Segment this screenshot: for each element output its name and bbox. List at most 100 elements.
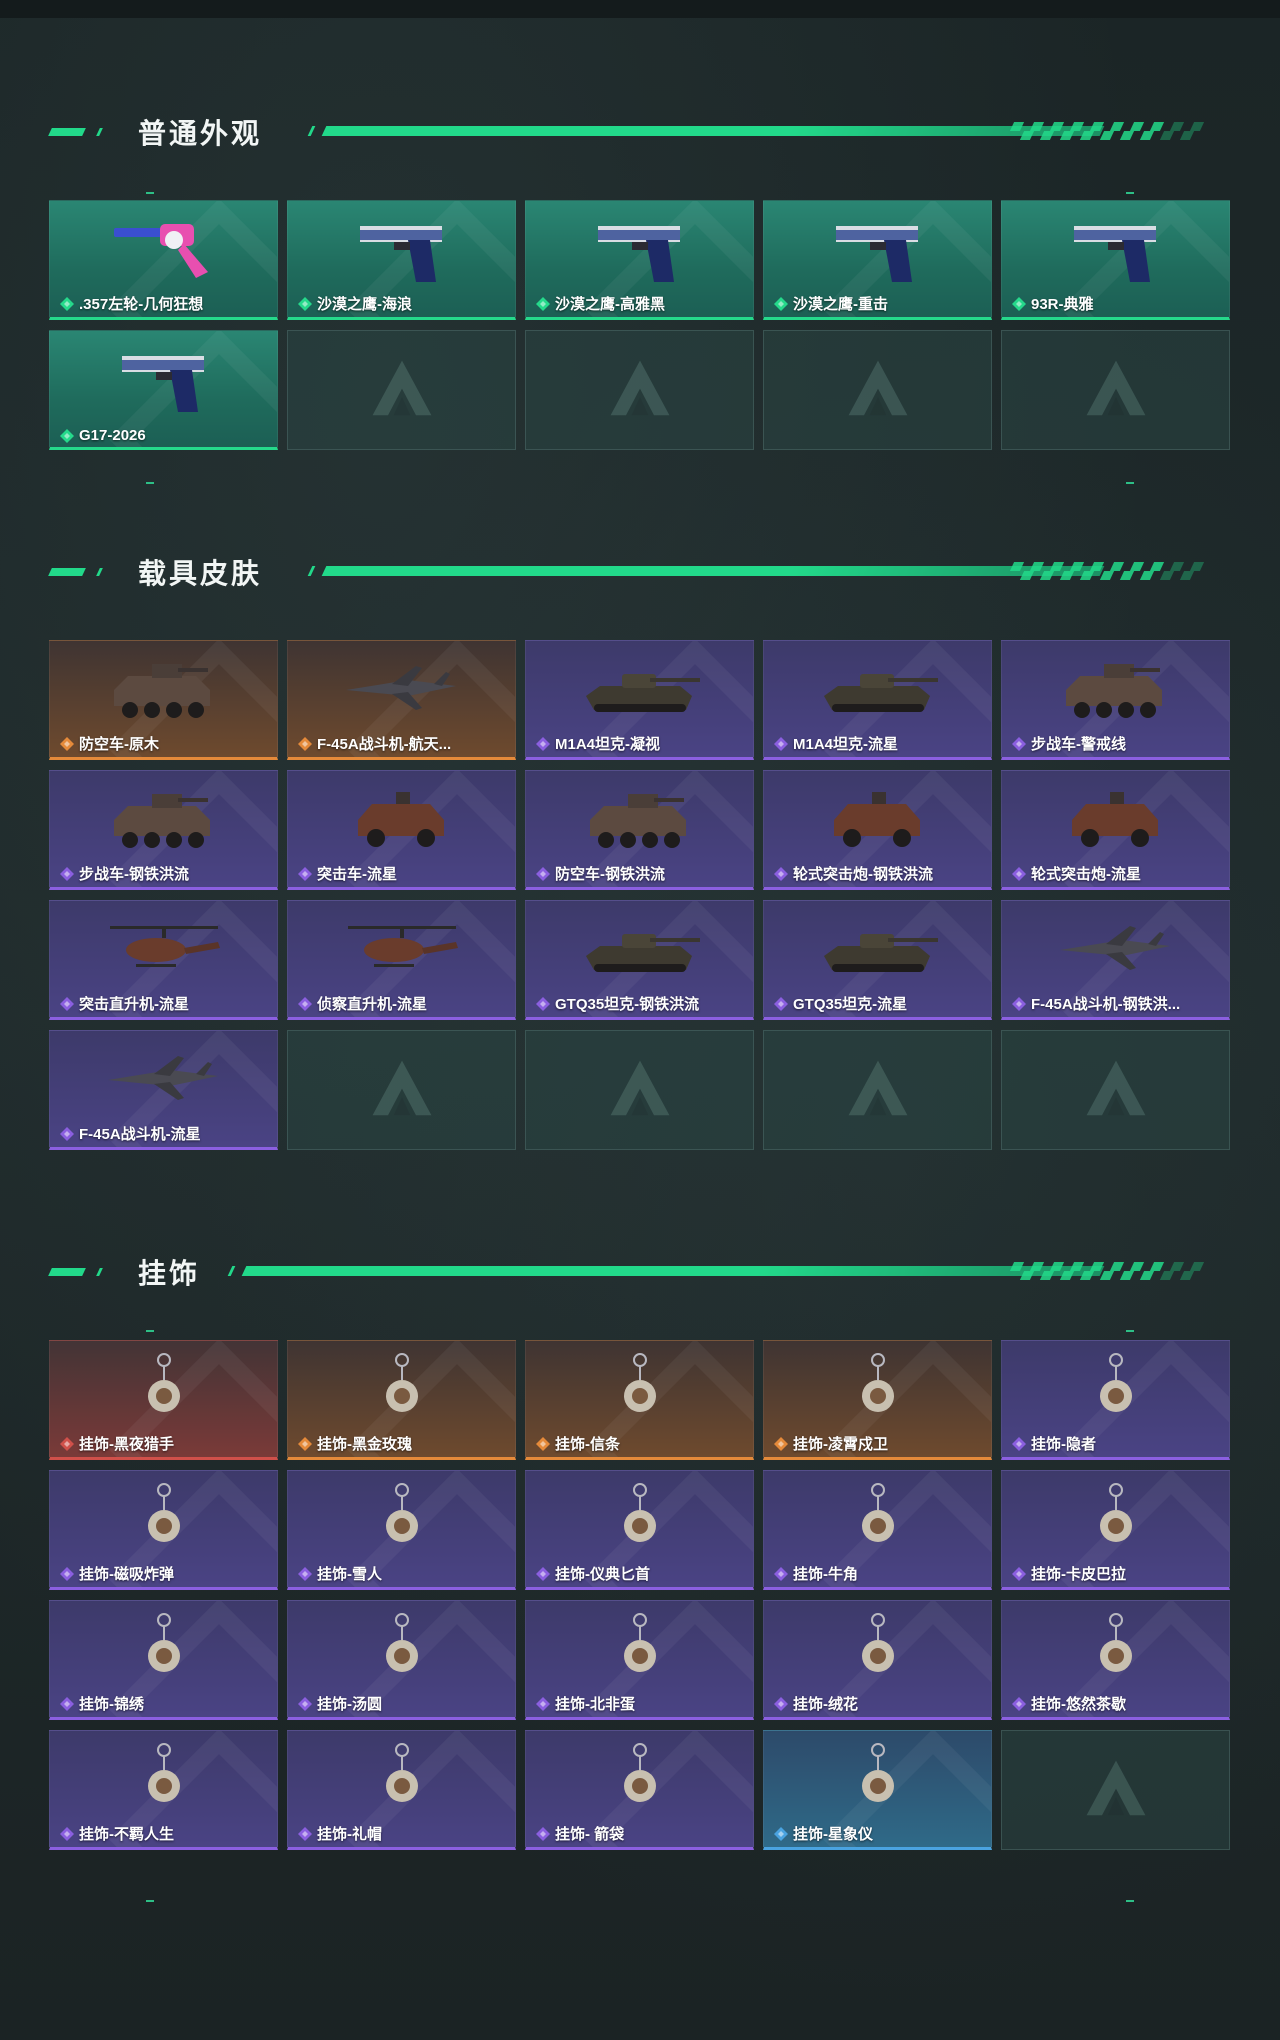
item-card[interactable]: 挂饰-卡皮巴拉: [1001, 1470, 1230, 1590]
charm-icon: [623, 1743, 656, 1802]
tank-icon: [823, 674, 938, 712]
rarity-diamond-icon: [298, 1826, 312, 1841]
item-art: [288, 1475, 515, 1561]
charm-icon: [147, 1353, 180, 1412]
tank-icon: [823, 934, 938, 972]
charm-icon: [861, 1353, 894, 1412]
item-card[interactable]: 挂饰-隐者: [1001, 1340, 1230, 1460]
item-label-row: 挂饰-礼帽: [298, 1823, 509, 1844]
item-art: [50, 775, 277, 861]
item-card[interactable]: 挂饰-星象仪: [763, 1730, 992, 1850]
item-card[interactable]: M1A4坦克-流星: [763, 640, 992, 760]
apc-icon: [113, 664, 210, 718]
item-label: GTQ35坦克-钢铁洪流: [555, 996, 700, 1013]
item-card[interactable]: 突击车-流星: [287, 770, 516, 890]
charms-grid: 挂饰-黑夜猎手 挂饰-黑金玫瑰 挂饰-信条 挂饰-凌霄戍卫 挂饰-隐者 挂饰-磁吸炸弹 挂饰…: [49, 1340, 1230, 1850]
checker-cell: [1189, 1262, 1205, 1271]
item-card[interactable]: 挂饰-悠然茶歇: [1001, 1600, 1230, 1720]
item-card[interactable]: 步战车-警戒线: [1001, 640, 1230, 760]
item-label-row: 挂饰- 箭袋: [536, 1823, 747, 1844]
item-card[interactable]: 挂饰-磁吸炸弹: [49, 1470, 278, 1590]
item-label: 挂饰-磁吸炸弹: [79, 1566, 174, 1583]
charm-icon: [147, 1613, 180, 1672]
item-card[interactable]: 挂饰-仪典匕首: [525, 1470, 754, 1590]
item-card[interactable]: 挂饰-北非蛋: [525, 1600, 754, 1720]
charm-icon: [385, 1613, 418, 1672]
section-title: 普通外观: [138, 117, 263, 150]
item-art: [1002, 1475, 1229, 1561]
rarity-diamond-icon: [298, 1696, 312, 1711]
item-card[interactable]: 挂饰-黑金玫瑰: [287, 1340, 516, 1460]
item-label-row: 沙漠之鹰-重击: [774, 293, 985, 314]
item-card[interactable]: 轮式突击炮-钢铁洪流: [763, 770, 992, 890]
item-card[interactable]: 93R-典雅: [1001, 200, 1230, 320]
item-card[interactable]: F-45A战斗机-航天...: [287, 640, 516, 760]
rarity-diamond-icon: [1012, 1436, 1026, 1451]
item-label-row: 防空车-原木: [60, 733, 271, 754]
item-card[interactable]: 轮式突击炮-流星: [1001, 770, 1230, 890]
item-card[interactable]: 挂饰- 箭袋: [525, 1730, 754, 1850]
header-bar: [321, 126, 1105, 136]
item-card[interactable]: F-45A战斗机-流星: [49, 1030, 278, 1150]
item-card[interactable]: 沙漠之鹰-重击: [763, 200, 992, 320]
item-card[interactable]: GTQ35坦克-流星: [763, 900, 992, 1020]
header-accent: [48, 128, 86, 136]
rarity-diamond-icon: [1012, 866, 1026, 881]
rarity-diamond-icon: [298, 1566, 312, 1581]
header-accent: [307, 566, 316, 576]
header-bar: [241, 1266, 1105, 1276]
header-accent: [227, 1266, 236, 1276]
rarity-diamond-icon: [536, 996, 550, 1011]
item-label-row: 步战车-警戒线: [1012, 733, 1223, 754]
item-card[interactable]: 挂饰-信条: [525, 1340, 754, 1460]
item-label: 挂饰-黑夜猎手: [79, 1436, 174, 1453]
checker-cell: [1190, 131, 1204, 140]
item-label-row: GTQ35坦克-流星: [774, 993, 985, 1014]
item-card[interactable]: 防空车-原木: [49, 640, 278, 760]
item-card[interactable]: 步战车-钢铁洪流: [49, 770, 278, 890]
item-label-row: 挂饰-黑夜猎手: [60, 1433, 271, 1454]
item-card[interactable]: G17-2026: [49, 330, 278, 450]
item-card[interactable]: 侦察直升机-流星: [287, 900, 516, 1020]
item-label-row: 沙漠之鹰-海浪: [298, 293, 509, 314]
truck-icon: [833, 792, 920, 847]
item-card[interactable]: 挂饰-锦绣: [49, 1600, 278, 1720]
placeholder-logo-icon: [610, 1060, 669, 1116]
item-art: [1002, 775, 1229, 861]
item-card[interactable]: 突击直升机-流星: [49, 900, 278, 1020]
rarity-diamond-icon: [298, 296, 312, 311]
rarity-diamond-icon: [774, 866, 788, 881]
item-art: [288, 205, 515, 291]
item-card[interactable]: 挂饰-汤圆: [287, 1600, 516, 1720]
item-card[interactable]: 挂饰-绒花: [763, 1600, 992, 1720]
item-card[interactable]: 沙漠之鹰-高雅黑: [525, 200, 754, 320]
rarity-diamond-icon: [60, 1126, 74, 1141]
pistol-icon: [121, 356, 204, 412]
item-card[interactable]: 挂饰-雪人: [287, 1470, 516, 1590]
item-label-row: 挂饰-牛角: [774, 1563, 985, 1584]
item-card[interactable]: 挂饰-牛角: [763, 1470, 992, 1590]
item-card[interactable]: 挂饰-黑夜猎手: [49, 1340, 278, 1460]
item-card[interactable]: 挂饰-礼帽: [287, 1730, 516, 1850]
item-card[interactable]: 防空车-钢铁洪流: [525, 770, 754, 890]
item-art: [1002, 1345, 1229, 1431]
item-label: 挂饰-仪典匕首: [555, 1566, 650, 1583]
item-label: 沙漠之鹰-重击: [793, 296, 888, 313]
item-card[interactable]: 挂饰-凌霄戍卫: [763, 1340, 992, 1460]
item-label: 步战车-警戒线: [1031, 736, 1126, 753]
item-card[interactable]: GTQ35坦克-钢铁洪流: [525, 900, 754, 1020]
item-card[interactable]: M1A4坦克-凝视: [525, 640, 754, 760]
item-label: G17-2026: [79, 427, 146, 444]
item-card[interactable]: F-45A战斗机-钢铁洪...: [1001, 900, 1230, 1020]
item-art: [288, 775, 515, 861]
item-card[interactable]: 挂饰-不羁人生: [49, 1730, 278, 1850]
checker-cell: [1190, 571, 1204, 580]
checker-cell: [1189, 562, 1205, 571]
rarity-diamond-icon: [298, 866, 312, 881]
item-card[interactable]: 沙漠之鹰-海浪: [287, 200, 516, 320]
tank-icon: [585, 674, 700, 712]
charm-icon: [1099, 1353, 1132, 1412]
item-art: [288, 905, 515, 991]
item-card[interactable]: .357左轮-几何狂想: [49, 200, 278, 320]
item-label-row: 挂饰-仪典匕首: [536, 1563, 747, 1584]
